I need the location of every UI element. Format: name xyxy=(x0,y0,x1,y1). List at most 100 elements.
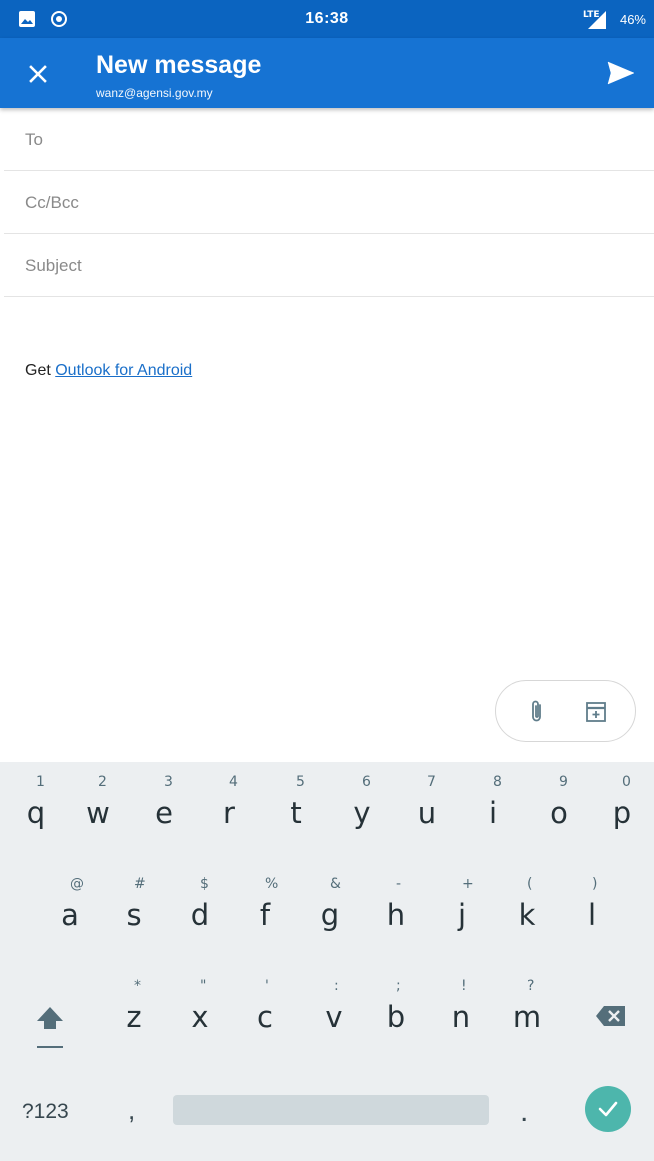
symbols-key[interactable]: ?123 xyxy=(22,1100,69,1124)
key-u[interactable]: 7u xyxy=(397,774,457,830)
enter-key[interactable] xyxy=(585,1086,631,1132)
key-label: s xyxy=(126,898,142,932)
key-label: g xyxy=(320,898,340,932)
backspace-icon xyxy=(596,1006,625,1026)
key-p[interactable]: 0p xyxy=(592,774,652,830)
shift-indicator xyxy=(37,1046,63,1048)
key-hint: ; xyxy=(396,978,401,994)
key-label: c xyxy=(257,1000,273,1034)
key-v[interactable]: :v xyxy=(304,978,364,1034)
key-label: t xyxy=(290,796,302,830)
comma-key[interactable]: , xyxy=(128,1095,135,1126)
subject-field[interactable]: Subject xyxy=(4,234,654,297)
key-label: e xyxy=(155,796,173,830)
space-key[interactable] xyxy=(173,1095,489,1125)
key-x[interactable]: " x xyxy=(170,978,230,1034)
app-bar: New message wanz@agensi.gov.my xyxy=(0,38,654,108)
to-placeholder: To xyxy=(25,130,43,149)
key-label: o xyxy=(550,796,568,830)
page-title: New message xyxy=(96,51,262,79)
attach-file-button[interactable] xyxy=(523,698,551,726)
key-label: a xyxy=(61,898,79,932)
key-hint: 9 xyxy=(559,774,568,790)
key-label: n xyxy=(451,1000,471,1034)
status-bar: 16:38 LTE 46% xyxy=(0,0,654,38)
key-m[interactable]: ? m xyxy=(497,978,557,1034)
key-hint: ) xyxy=(592,876,598,892)
key-o[interactable]: 9o xyxy=(529,774,589,830)
backspace-key[interactable] xyxy=(595,1004,627,1028)
key-w[interactable]: 2w xyxy=(68,774,128,830)
key-hint: * xyxy=(134,978,141,994)
key-hint: ? xyxy=(527,978,535,994)
close-button[interactable] xyxy=(22,58,54,90)
key-n[interactable]: ! n xyxy=(431,978,491,1034)
key-c[interactable]: ' c xyxy=(235,978,295,1034)
shift-key[interactable] xyxy=(30,999,70,1049)
key-hint: " xyxy=(200,978,207,994)
to-field[interactable]: To xyxy=(4,108,654,171)
key-y[interactable]: 6y xyxy=(332,774,392,830)
key-z[interactable]: * z xyxy=(104,978,164,1034)
key-label: w xyxy=(86,796,110,830)
sender-account: wanz@agensi.gov.my xyxy=(96,86,213,100)
key-e[interactable]: 3e xyxy=(134,774,194,830)
key-h[interactable]: -h xyxy=(366,876,426,932)
key-hint: ! xyxy=(461,978,467,994)
key-b[interactable]: ; b xyxy=(366,978,426,1034)
attachment-toolbar xyxy=(495,680,636,742)
send-button[interactable] xyxy=(604,56,638,90)
key-label: m xyxy=(512,1000,542,1034)
svg-text:LTE: LTE xyxy=(583,10,600,20)
battery-level: 46% xyxy=(619,12,646,27)
paperclip-icon xyxy=(532,700,541,722)
key-q[interactable]: 1q xyxy=(6,774,66,830)
key-hint: @ xyxy=(70,876,84,892)
key-hint: $ xyxy=(200,876,209,892)
close-icon xyxy=(29,65,47,83)
key-label: i xyxy=(488,796,498,830)
key-hint: 6 xyxy=(362,774,371,790)
key-label: f xyxy=(259,898,271,932)
subject-placeholder: Subject xyxy=(25,256,82,275)
ccbcc-field[interactable]: Cc/Bcc xyxy=(4,171,654,234)
key-label: y xyxy=(353,796,371,830)
key-label: x xyxy=(191,1000,209,1034)
key-k[interactable]: (k xyxy=(497,876,557,932)
key-f[interactable]: % f xyxy=(235,876,295,932)
key-hint: 0 xyxy=(622,774,631,790)
key-d[interactable]: $ d xyxy=(170,876,230,932)
shift-icon xyxy=(37,1007,63,1029)
key-label: v xyxy=(325,1000,343,1034)
key-hint: ( xyxy=(527,876,533,892)
key-label: k xyxy=(518,898,536,932)
message-body[interactable]: Get Outlook for Android xyxy=(25,362,192,380)
key-hint: 4 xyxy=(229,774,238,790)
key-hint: # xyxy=(134,876,146,892)
key-r[interactable]: 4r xyxy=(199,774,259,830)
key-s[interactable]: # s xyxy=(104,876,164,932)
key-j[interactable]: + j xyxy=(432,876,492,932)
key-label: l xyxy=(587,898,597,932)
key-l[interactable]: ) l xyxy=(562,876,622,932)
checkmark-icon xyxy=(598,1101,618,1117)
key-t[interactable]: 5t xyxy=(266,774,326,830)
insert-event-button[interactable] xyxy=(582,698,610,726)
key-hint: % xyxy=(265,876,279,892)
key-i[interactable]: 8i xyxy=(463,774,523,830)
send-icon xyxy=(607,61,635,85)
outlook-link[interactable]: Outlook for Android xyxy=(55,362,192,379)
key-label: z xyxy=(126,1000,142,1034)
key-label: d xyxy=(190,898,210,932)
signature-prefix: Get xyxy=(25,362,56,379)
key-hint: - xyxy=(396,876,402,892)
key-label: p xyxy=(612,796,632,830)
key-label: q xyxy=(26,796,46,830)
calendar-add-icon xyxy=(586,702,606,722)
key-a[interactable]: @ a xyxy=(40,876,100,932)
key-g[interactable]: & g xyxy=(300,876,360,932)
key-hint: 3 xyxy=(164,774,173,790)
key-label: u xyxy=(417,796,437,830)
key-label: r xyxy=(223,796,235,830)
period-key[interactable]: . xyxy=(520,1095,528,1129)
